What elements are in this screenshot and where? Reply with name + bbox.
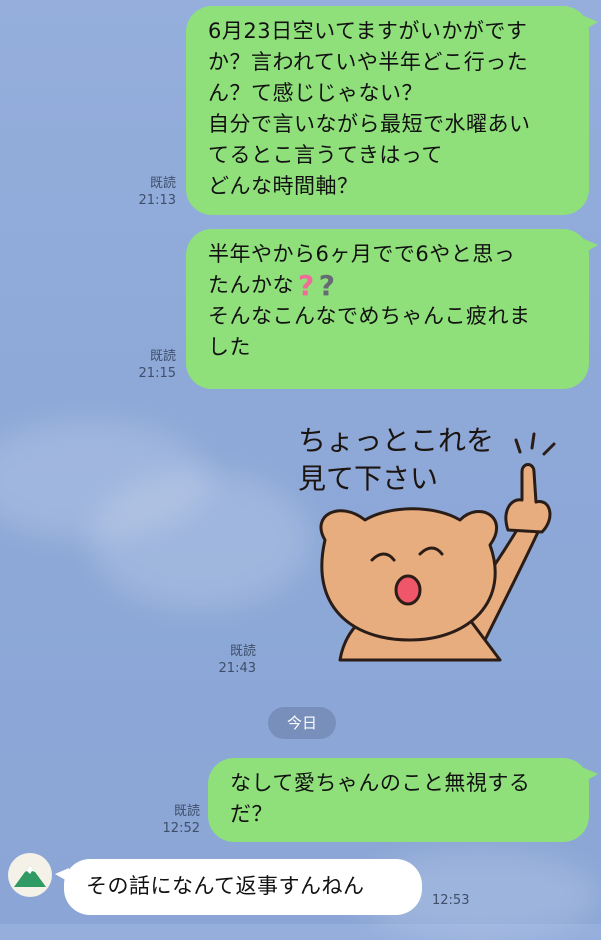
sticker-caption: ちょっとこれを 見て下さい xyxy=(298,422,494,498)
message-text-line: なして愛ちゃんのこと無視する xyxy=(230,771,531,795)
message-text-line: 半年やから6ヶ月でで6やと思っ xyxy=(208,242,516,266)
message-meta: 既読 21:15 xyxy=(120,348,176,382)
message-text-line: そんなこんなでめちゃんこ疲れま xyxy=(208,304,531,328)
message-text-line: どんな時間軸？ xyxy=(208,174,359,198)
read-receipt: 既読 xyxy=(149,349,176,364)
outgoing-message-bubble[interactable]: 6月23日空いてますがいかがです か？言われていや半年どこ行った ん？て感じじゃ… xyxy=(186,6,598,215)
message-time: 21:43 xyxy=(218,661,256,676)
message-text-segment: たんかな xyxy=(208,273,294,297)
outgoing-message-bubble[interactable]: 半年やから6ヶ月でで6やと思っ たんかな?? そんなこんなでめちゃんこ疲れま し… xyxy=(186,229,598,389)
sticker-caption-line: ちょっとこれを xyxy=(298,424,495,457)
read-receipt: 既読 xyxy=(149,176,176,191)
read-receipt: 既読 xyxy=(173,804,200,819)
message-text-line: 自分で言いながら最短で水曜あい xyxy=(208,112,531,136)
outgoing-message-bubble[interactable]: なして愛ちゃんのこと無視する だ？ xyxy=(208,758,598,842)
message-meta: 既読 21:13 xyxy=(120,175,176,209)
contact-avatar[interactable] xyxy=(8,853,52,897)
message-text-line: か？言われていや半年どこ行った xyxy=(208,50,529,74)
question-mark-gray-icon: ? xyxy=(318,269,336,302)
message-text-line: ん？て感じじゃない？ xyxy=(208,81,423,105)
message-meta: 既読 21:43 xyxy=(196,643,256,677)
message-text-line: その話になんて返事すんねん xyxy=(86,874,365,898)
message-text-line: たんかな?? xyxy=(208,270,571,301)
message-text-line: てるとこ言うてきはって xyxy=(208,143,443,167)
message-text-line: した xyxy=(208,335,251,359)
sticker-message[interactable]: ちょっとこれを 見て下さい xyxy=(270,400,580,680)
incoming-message-bubble[interactable]: その話になんて返事すんねん xyxy=(55,859,422,915)
message-time: 12:53 xyxy=(432,893,470,908)
message-time: 21:13 xyxy=(138,193,176,208)
message-text-line: 6月23日空いてますがいかがです xyxy=(208,19,528,43)
read-receipt: 既読 xyxy=(229,644,256,659)
message-text-line: だ？ xyxy=(230,802,273,826)
date-separator: 今日 xyxy=(268,707,336,739)
sticker-caption-line: 見て下さい xyxy=(298,462,439,495)
message-time: 12:52 xyxy=(162,821,200,836)
question-mark-pink-icon: ? xyxy=(298,269,315,302)
mountain-avatar-icon xyxy=(14,865,46,887)
message-time: 21:15 xyxy=(138,366,176,381)
message-meta: 既読 12:52 xyxy=(140,803,200,837)
